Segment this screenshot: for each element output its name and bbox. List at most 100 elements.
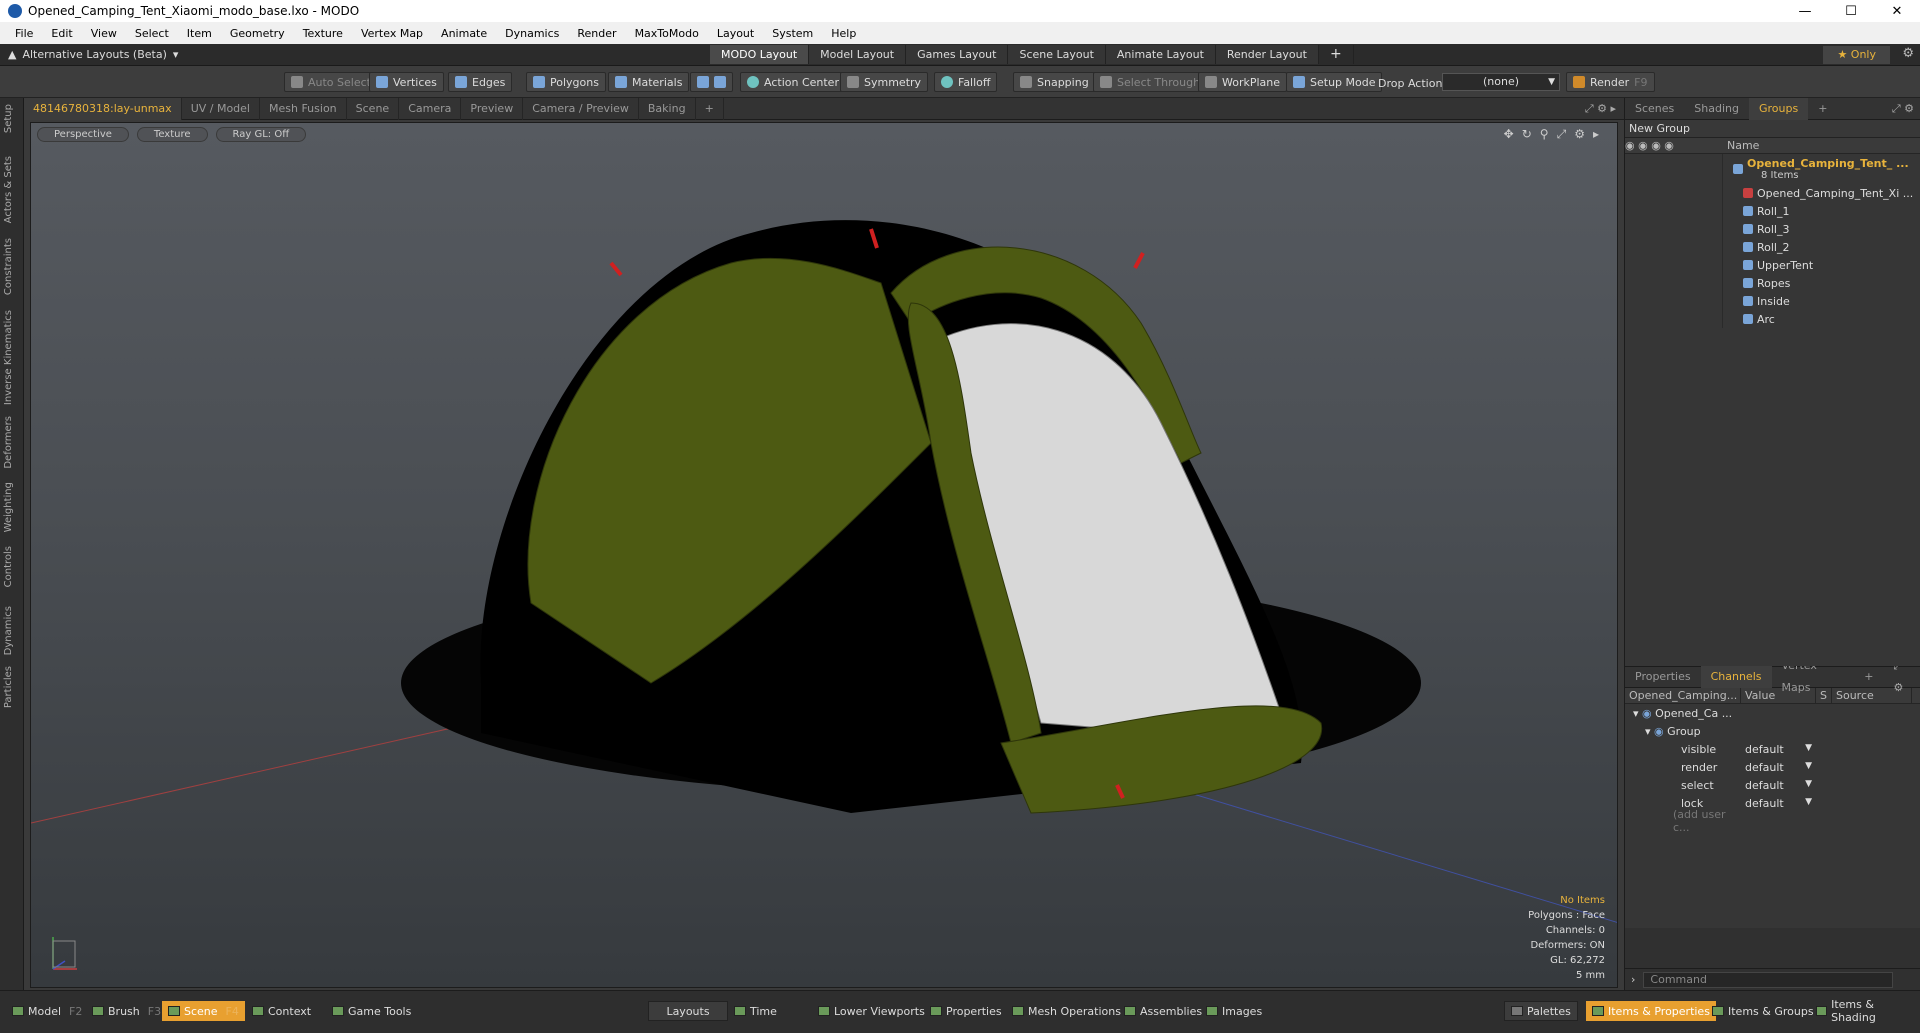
tab-camera-preview[interactable]: Camera / Preview (523, 97, 639, 120)
tab-mesh-fusion[interactable]: Mesh Fusion (260, 97, 347, 120)
chevron-right-icon[interactable]: ▸ (1593, 127, 1599, 142)
vertices-button[interactable]: Vertices (369, 72, 444, 92)
model-button[interactable]: Model F2 (6, 1001, 88, 1021)
menu-geometry[interactable]: Geometry (221, 27, 294, 40)
group-item-row[interactable]: Roll_2 (1625, 238, 1920, 256)
assemblies-button[interactable]: Assemblies (1118, 1001, 1208, 1021)
mesh-operations-button[interactable]: Mesh Operations (1006, 1001, 1127, 1021)
polygons-button[interactable]: Polygons (526, 72, 606, 92)
menu-texture[interactable]: Texture (294, 27, 352, 40)
channel-group-row[interactable]: ▾ ◉ Group (1625, 722, 1920, 740)
raygl-button[interactable]: Ray GL: Off (215, 127, 307, 142)
edges-button[interactable]: Edges (448, 72, 513, 92)
strip-deformers[interactable]: Deformers (3, 416, 14, 469)
palettes-button[interactable]: Palettes (1504, 1001, 1578, 1021)
tab-channels[interactable]: Channels (1700, 666, 1772, 688)
scene-button[interactable]: Scene F4 (162, 1001, 245, 1021)
action-center-button[interactable]: Action Center (740, 72, 846, 92)
select-through-button[interactable]: Select Through (1093, 72, 1208, 92)
new-group-button[interactable]: New Group (1625, 120, 1920, 138)
menu-dynamics[interactable]: Dynamics (496, 27, 568, 40)
tab-baking[interactable]: Baking (639, 97, 696, 120)
strip-inverse-kinematics[interactable]: Inverse Kinematics (3, 310, 14, 405)
time-button[interactable]: Time (728, 1001, 783, 1021)
tab-modo-layout[interactable]: MODO Layout (710, 45, 810, 64)
symmetry-button[interactable]: Symmetry (840, 72, 929, 92)
menu-help[interactable]: Help (822, 27, 865, 40)
materials-button[interactable]: Materials (608, 72, 690, 92)
strip-constraints[interactable]: Constraints (3, 238, 14, 295)
rotate-icon[interactable]: ↻ (1522, 127, 1532, 142)
strip-dynamics[interactable]: Dynamics (3, 606, 14, 655)
tab-model-layout[interactable]: Model Layout (809, 45, 907, 64)
gear-icon[interactable]: ⚙ (1574, 127, 1585, 142)
menu-vertex-map[interactable]: Vertex Map (352, 27, 432, 40)
strip-setup[interactable]: Setup (3, 104, 14, 133)
render-value-select[interactable]: default ▼ (1741, 761, 1816, 774)
menu-edit[interactable]: Edit (42, 27, 81, 40)
tab-lay-unmax[interactable]: 48146780318:lay-unmax (24, 97, 182, 120)
command-input[interactable]: Command (1643, 971, 1894, 988)
zoom-icon[interactable]: ⚲ (1540, 127, 1549, 142)
select-mode-icons[interactable] (690, 72, 733, 92)
drop-action-select[interactable]: (none) ▼ (1442, 73, 1560, 91)
strip-controls[interactable]: Controls (3, 546, 14, 587)
channel-root-row[interactable]: ▾ ◉ Opened_Ca ... (1625, 704, 1920, 722)
gear-icon[interactable]: ⚙ (1902, 46, 1914, 61)
group-item-row[interactable]: Opened_Camping_Tent_Xi ... (1625, 184, 1920, 202)
visibility-toggles[interactable] (1625, 154, 1723, 184)
setup-mode-button[interactable]: Setup Mode (1286, 72, 1383, 92)
group-item-row[interactable]: Ropes (1625, 274, 1920, 292)
add-tab-icon[interactable]: + (1808, 98, 1837, 120)
game-tools-button[interactable]: Game Tools (326, 1001, 417, 1021)
tab-camera[interactable]: Camera (399, 97, 462, 120)
falloff-button[interactable]: Falloff (934, 72, 998, 92)
items-properties-button[interactable]: Items & Properties (1586, 1001, 1716, 1021)
items-groups-button[interactable]: Items & Groups (1706, 1001, 1820, 1021)
tab-render-layout[interactable]: Render Layout (1215, 45, 1319, 64)
select-value-select[interactable]: default ▼ (1741, 779, 1816, 792)
menu-render[interactable]: Render (568, 27, 625, 40)
pan-icon[interactable]: ✥ (1504, 127, 1514, 142)
workplane-button[interactable]: WorkPlane (1198, 72, 1288, 92)
tab-animate-layout[interactable]: Animate Layout (1105, 45, 1216, 64)
only-button[interactable]: ★ Only (1823, 46, 1890, 64)
images-button[interactable]: Images (1200, 1001, 1268, 1021)
visible-value-select[interactable]: default ▼ (1741, 743, 1816, 756)
group-item-row[interactable]: Inside (1625, 292, 1920, 310)
strip-weighting[interactable]: Weighting (3, 482, 14, 532)
group-root-row[interactable]: Opened_Camping_Tent_ ... 8 Items (1625, 154, 1920, 184)
shading-texture-button[interactable]: Texture (136, 127, 208, 142)
minimize-button[interactable]: — (1782, 0, 1828, 22)
snapping-button[interactable]: Snapping (1013, 72, 1096, 92)
lower-viewports-button[interactable]: Lower Viewports (812, 1001, 931, 1021)
tab-uv-model[interactable]: UV / Model (182, 97, 260, 120)
alternative-layouts-dropdown[interactable]: ▲ Alternative Layouts (Beta) ▾ (8, 48, 178, 61)
tab-games-layout[interactable]: Games Layout (906, 45, 1009, 64)
context-button[interactable]: Context (246, 1001, 317, 1021)
items-shading-button[interactable]: Items & Shading (1810, 998, 1920, 1024)
viewport-options-icon[interactable]: ⤢ ⚙ ▸ (1576, 98, 1624, 120)
menu-animate[interactable]: Animate (432, 27, 496, 40)
tab-preview[interactable]: Preview (461, 97, 524, 120)
brush-button[interactable]: Brush F3 (86, 1001, 167, 1021)
menu-maxtomodo[interactable]: MaxToModo (626, 27, 708, 40)
group-item-row[interactable]: Arc (1625, 310, 1920, 328)
menu-file[interactable]: File (6, 27, 42, 40)
menu-system[interactable]: System (763, 27, 822, 40)
channel-row-select[interactable]: select default ▼ (1625, 776, 1920, 794)
tab-scene-layout[interactable]: Scene Layout (1008, 45, 1106, 64)
menu-view[interactable]: View (82, 27, 126, 40)
group-item-row[interactable]: UpperTent (1625, 256, 1920, 274)
menu-select[interactable]: Select (126, 27, 178, 40)
close-button[interactable]: ✕ (1874, 0, 1920, 22)
strip-actors-sets[interactable]: Actors & Sets (3, 156, 14, 223)
group-item-row[interactable]: Roll_3 (1625, 220, 1920, 238)
fit-icon[interactable]: ⤢ (1557, 127, 1567, 142)
group-item-row[interactable]: Roll_1 (1625, 202, 1920, 220)
tab-shading[interactable]: Shading (1684, 98, 1749, 120)
properties-button[interactable]: Properties (924, 1001, 1008, 1021)
view-perspective-button[interactable]: Perspective (37, 127, 129, 142)
layouts-button[interactable]: Layouts (648, 1001, 728, 1021)
lock-value-select[interactable]: default ▼ (1741, 797, 1816, 810)
